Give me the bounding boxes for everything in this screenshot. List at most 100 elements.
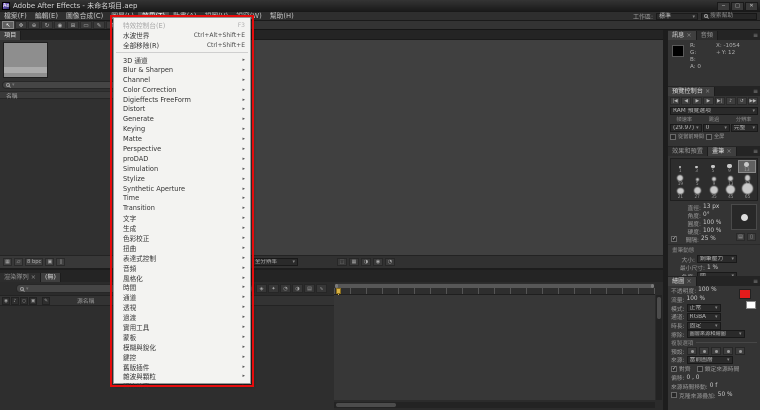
tab-paint[interactable]: 繪圖 [668,277,697,286]
vertical-scrollbar[interactable] [656,295,662,400]
ram-preview-button[interactable]: ▶▶ [748,97,758,105]
lock-source-time-checkbox[interactable] [697,366,703,372]
clone-preset-2[interactable] [699,347,709,355]
brush-preset-13[interactable]: 13 [738,160,756,173]
clone-preset-4[interactable] [723,347,733,355]
clone-preset-5[interactable] [735,347,745,355]
brainstorm-icon[interactable]: ▤ [304,284,315,293]
menu-category-20[interactable]: 扭曲▸ [114,243,250,253]
menu-category-23[interactable]: 風格化▸ [114,273,250,283]
size-dynamics-dropdown[interactable]: 鋼筆壓力 [697,255,737,263]
menu-category-17[interactable]: 文字▸ [114,213,250,223]
menu-category-13[interactable]: Stylize▸ [114,174,250,184]
play-button[interactable]: ▶ [692,97,702,105]
menu-category-22[interactable]: 音頻▸ [114,263,250,273]
draft-3d-icon[interactable]: ◈ [256,284,267,293]
brush-preset-21[interactable]: 21 [672,186,689,199]
new-folder-icon[interactable]: ▱ [14,258,23,266]
menu-category-28[interactable]: 實用工具▸ [114,322,250,332]
brush-preset-35[interactable]: 35 [706,186,723,199]
clone-preset-1[interactable] [687,347,697,355]
transparency-grid-icon[interactable]: ▦ [349,258,359,266]
new-composition-icon[interactable]: ▣ [45,258,54,266]
aligned-checkbox[interactable] [671,366,677,372]
menu-category-7[interactable]: Generate▸ [114,114,250,124]
tab-render-queue[interactable]: 渲染隊列 [0,273,41,282]
maximize-button[interactable]: □ [731,2,744,11]
first-frame-button[interactable]: |◀ [670,97,680,105]
panel-menu-icon[interactable] [751,147,760,156]
snapshot-icon[interactable]: ◉ [373,258,383,266]
brush-preset-19[interactable]: 19 [672,173,689,186]
menubar-edit[interactable]: 編輯(E) [31,12,62,21]
menu-category-16[interactable]: Transition▸ [114,203,250,213]
panel-menu-icon[interactable] [751,87,760,96]
menu-category-34[interactable]: 類比仿真▸ [114,381,250,391]
preview-setting-0[interactable]: (29.97) [670,124,702,132]
menubar-composition[interactable]: 圖像合成(C) [62,12,107,21]
menu-category-31[interactable]: 鍵控▸ [114,352,250,362]
source-name-header[interactable]: 源名稱 [77,296,94,305]
camera-tool[interactable]: ◉ [54,21,66,29]
color-depth-button[interactable]: 8 bpc [25,258,43,266]
interpret-footage-icon[interactable]: ▦ [3,258,12,266]
menu-category-26[interactable]: 透視▸ [114,302,250,312]
menu-category-9[interactable]: Matte▸ [114,134,250,144]
menu-item-2[interactable]: 水波世界Ctrl+Alt+Shift+E [114,30,250,40]
rotation-tool[interactable]: ↻ [41,21,53,29]
menu-category-25[interactable]: 通道▸ [114,292,250,302]
menu-category-33[interactable]: 雜波與顆粒▸ [114,372,250,382]
menu-category-1[interactable]: 3D 通道▸ [114,55,250,65]
loop-button[interactable]: ↺ [737,97,747,105]
menu-category-5[interactable]: Digieffects FreeForm▸ [114,95,250,105]
preview-setting-1[interactable]: 0 [703,124,730,132]
frame-blend-icon[interactable]: ◔ [280,284,291,293]
menu-category-15[interactable]: Time▸ [114,193,250,203]
selection-tool[interactable]: ↖ [2,21,14,29]
menu-category-21[interactable]: 表達式控制▸ [114,253,250,263]
source-time-shift-value[interactable]: 0 f [710,383,718,389]
menu-category-18[interactable]: 生成▸ [114,223,250,233]
lock-icon[interactable]: ▣ [29,297,37,305]
tab-brushes[interactable]: 畫筆 [708,147,737,156]
tab-timeline-none[interactable]: (無) [41,273,61,282]
clone-overlay-value[interactable]: 50 % [718,392,733,398]
panel-menu-icon[interactable] [751,277,760,286]
menu-category-2[interactable]: Blur & Sharpen▸ [114,65,250,75]
resolution-dropdown[interactable]: 全分辨率 [252,258,298,266]
menu-category-19[interactable]: 色彩校正▸ [114,233,250,243]
motion-blur-icon[interactable]: ◑ [292,284,303,293]
project-list-header[interactable]: 名稱 [0,91,128,99]
new-brush-icon[interactable]: ▤ [736,233,745,241]
brush-preset-1[interactable]: 1 [672,160,688,173]
blend-mode-dropdown[interactable]: 正常 [687,304,721,312]
close-button[interactable]: ✕ [745,2,758,11]
hand-tool[interactable]: ✥ [15,21,27,29]
brush-preset-27[interactable]: 27 [689,186,706,199]
opacity-value[interactable]: 100 % [698,287,716,293]
delete-icon[interactable]: ▯ [56,258,65,266]
pen-tool[interactable]: ✎ [93,21,105,29]
tab-preview[interactable]: 預覽控制台 [668,87,715,96]
tab-audio[interactable]: 音頻 [697,31,718,40]
clone-preset-3[interactable] [711,347,721,355]
time-ruler[interactable] [334,283,655,295]
help-search-input[interactable]: 搜索幫助 [701,13,757,20]
brush-preset-45[interactable]: 45 [722,186,739,199]
menu-category-12[interactable]: Simulation▸ [114,164,250,174]
video-icon[interactable]: ◉ [2,297,10,305]
menu-category-24[interactable]: 時間▸ [114,282,250,292]
menu-category-6[interactable]: Distort▸ [114,104,250,114]
pan-behind-tool[interactable]: ⊞ [67,21,79,29]
offset-value[interactable]: 0 , 0 [687,375,700,381]
audio-button[interactable]: ♪ [726,97,736,105]
next-frame-button[interactable]: ▶ [703,97,713,105]
timecode-icon[interactable]: ◔ [385,258,395,266]
panel-menu-icon[interactable] [751,31,760,40]
spacing-checkbox[interactable] [671,236,677,242]
playhead[interactable] [336,288,341,294]
full-screen-checkbox[interactable] [706,134,712,140]
from-current-time-checkbox[interactable] [670,134,676,140]
mask-shape-tool[interactable]: ▭ [80,21,92,29]
menu-category-11[interactable]: proDAD▸ [114,154,250,164]
